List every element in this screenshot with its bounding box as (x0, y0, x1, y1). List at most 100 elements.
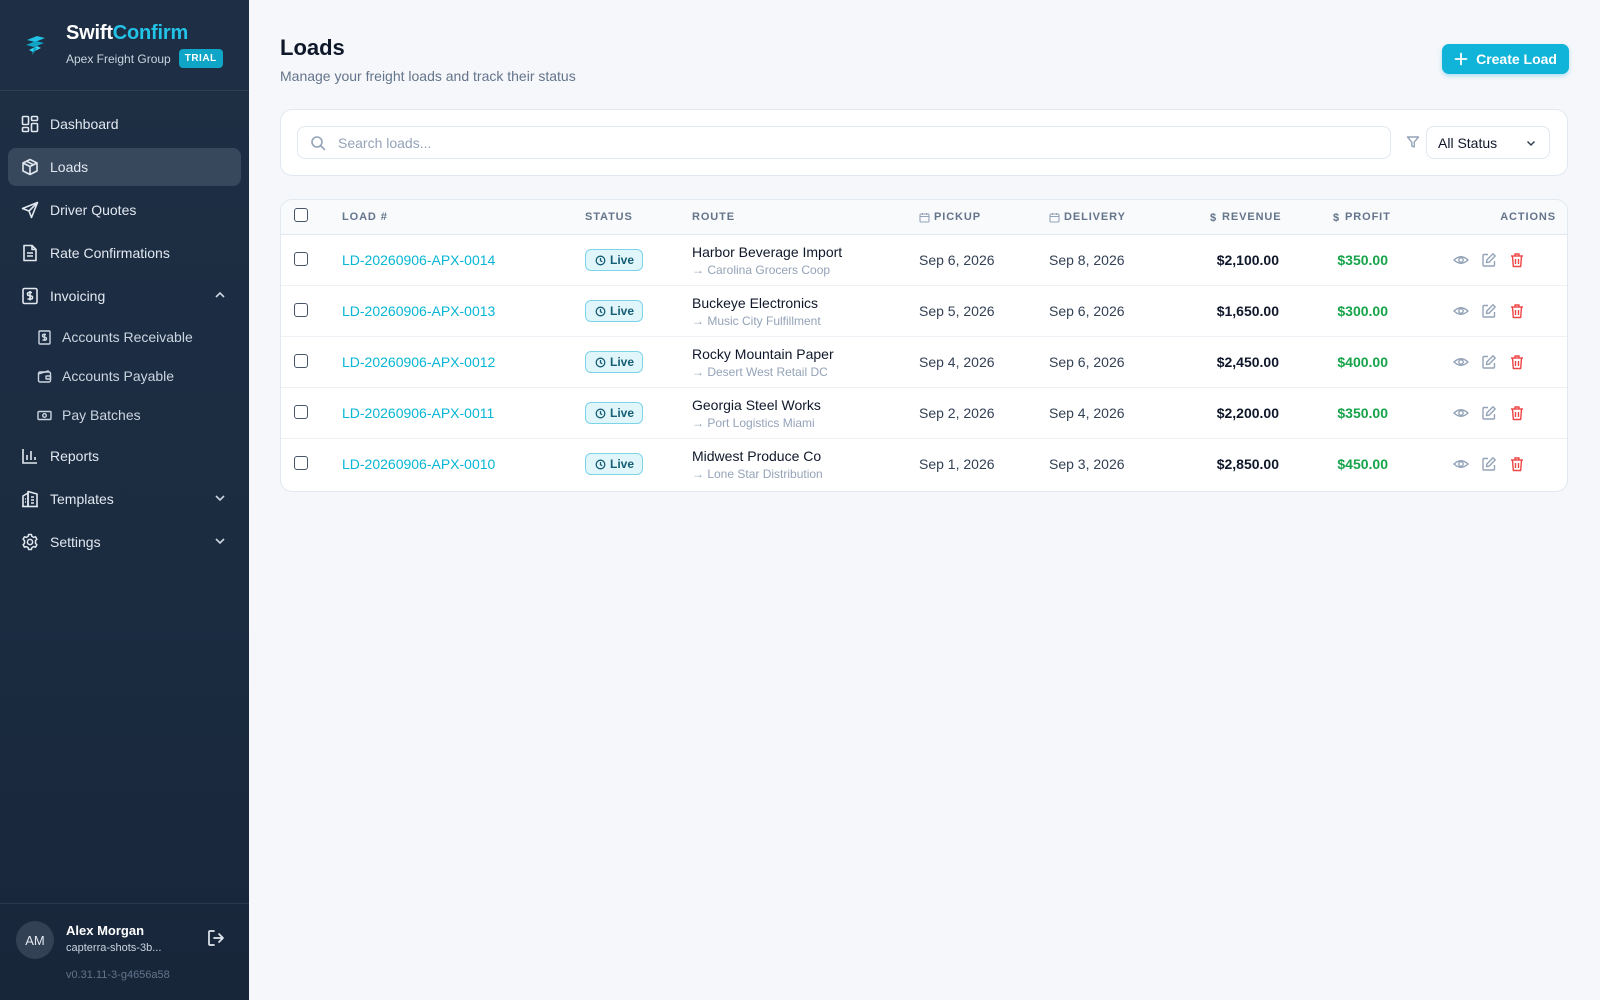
sidebar-subitem-accounts-receivable[interactable]: Accounts Receivable (8, 320, 241, 354)
trial-badge: TRIAL (178, 49, 223, 68)
user-profile: AM Alex Morgan capterra-shots-3b... v0.3… (0, 903, 249, 1000)
revenue-value: $2,850.00 (1216, 456, 1279, 472)
chevron-down-icon[interactable] (213, 534, 227, 548)
view-eye-icon[interactable] (1453, 252, 1469, 268)
page-subtitle: Manage your freight loads and track thei… (280, 68, 576, 84)
status-label: Live (610, 304, 635, 318)
sidebar-item-reports[interactable]: Reports (8, 437, 241, 475)
brand-name: SwiftConfirm (66, 22, 223, 45)
sidebar-item-templates[interactable]: Templates (8, 480, 241, 518)
edit-icon[interactable] (1481, 456, 1497, 472)
clock-icon (595, 408, 606, 418)
column-header-delivery[interactable]: DELIVERY (1049, 211, 1126, 223)
swiftconfirm-logo-icon[interactable] (22, 31, 50, 59)
row-checkbox[interactable] (294, 354, 308, 368)
route-destination: → Port Logistics Miami (692, 416, 815, 430)
route-origin: Buckeye Electronics (692, 295, 819, 311)
load-id-link[interactable]: LD-20260906-APX-0011 (342, 405, 494, 421)
sidebar-item-rate-confirmations[interactable]: Rate Confirmations (8, 234, 241, 272)
edit-icon[interactable] (1481, 252, 1497, 268)
route-cell: Midwest Produce Co → Lone Star Distribut… (692, 448, 823, 481)
delivery-date: Sep 6, 2026 (1049, 303, 1125, 319)
avatar[interactable]: AM (16, 921, 54, 959)
profit-value: $350.00 (1337, 252, 1388, 268)
revenue-value: $1,650.00 (1216, 303, 1279, 319)
column-header-route[interactable]: ROUTE (692, 211, 735, 223)
profit-value: $450.00 (1337, 456, 1388, 472)
sidebar-subitem-pay-batches[interactable]: Pay Batches (8, 398, 241, 432)
sidebar-item-label: Loads (50, 159, 89, 175)
column-header-load[interactable]: LOAD # (342, 211, 388, 223)
brand-header: SwiftConfirm Apex Freight Group TRIAL (0, 0, 249, 91)
row-checkbox[interactable] (294, 252, 308, 266)
chevron-down-icon (1526, 140, 1536, 147)
status-filter-select[interactable]: All Status (1426, 126, 1550, 159)
row-checkbox[interactable] (294, 303, 308, 317)
select-all-checkbox[interactable] (294, 208, 308, 222)
logout-icon[interactable] (206, 928, 226, 948)
load-id-link[interactable]: LD-20260906-APX-0013 (342, 303, 495, 319)
table-row: LD-20260906-APX-0013 Live Buckeye Electr… (281, 286, 1567, 337)
column-header-status[interactable]: STATUS (585, 211, 633, 223)
column-header-revenue[interactable]: $ REVENUE (1210, 211, 1282, 224)
user-name: Alex Morgan (66, 923, 145, 938)
pickup-date: Sep 4, 2026 (919, 354, 995, 370)
sidebar: SwiftConfirm Apex Freight Group TRIAL Da… (0, 0, 249, 1000)
route-origin: Midwest Produce Co (692, 448, 822, 464)
bar-chart-icon (20, 446, 40, 466)
sidebar-item-label: Driver Quotes (50, 202, 137, 218)
search-icon (311, 135, 326, 150)
page-title: Loads (280, 35, 345, 60)
revenue-value: $2,200.00 (1216, 405, 1279, 421)
edit-icon[interactable] (1481, 303, 1497, 319)
package-icon (20, 157, 40, 177)
sidebar-item-loads[interactable]: Loads (8, 148, 241, 186)
receivable-icon (36, 329, 52, 345)
column-header-actions: ACTIONS (1500, 211, 1556, 223)
sidebar-item-driver-quotes[interactable]: Driver Quotes (8, 191, 241, 229)
status-filter-value: All Status (1438, 134, 1498, 151)
column-header-label: DELIVERY (1064, 211, 1126, 223)
sidebar-item-label: Templates (50, 491, 114, 507)
chevron-up-icon[interactable] (213, 288, 227, 302)
edit-icon[interactable] (1481, 354, 1497, 370)
sidebar-item-settings[interactable]: Settings (8, 523, 241, 561)
view-eye-icon[interactable] (1453, 456, 1469, 472)
row-checkbox[interactable] (294, 456, 308, 470)
sidebar-item-label: Reports (50, 448, 100, 464)
delete-trash-icon[interactable] (1509, 252, 1525, 268)
sidebar-item-invoicing[interactable]: Invoicing (8, 277, 241, 315)
brand-name-part2: Confirm (112, 22, 189, 44)
column-header-profit[interactable]: $ PROFIT (1333, 211, 1391, 224)
sidebar-subitem-accounts-payable[interactable]: Accounts Payable (8, 359, 241, 393)
sidebar-item-label: Dashboard (50, 116, 119, 132)
table-row: LD-20260906-APX-0010 Live Midwest Produc… (281, 439, 1567, 490)
view-eye-icon[interactable] (1453, 354, 1469, 370)
load-id-link[interactable]: LD-20260906-APX-0014 (342, 252, 495, 268)
route-origin: Harbor Beverage Import (692, 244, 843, 260)
gear-icon (20, 532, 40, 552)
delete-trash-icon[interactable] (1509, 456, 1525, 472)
delete-trash-icon[interactable] (1509, 354, 1525, 370)
status-badge: Live (585, 351, 644, 373)
chevron-down-icon[interactable] (213, 491, 227, 505)
delete-trash-icon[interactable] (1509, 303, 1525, 319)
row-checkbox[interactable] (294, 405, 308, 419)
delete-trash-icon[interactable] (1509, 405, 1525, 421)
load-id-link[interactable]: LD-20260906-APX-0010 (342, 456, 495, 472)
clock-icon (595, 255, 606, 265)
search-input[interactable] (338, 134, 1338, 151)
column-header-pickup[interactable]: PICKUP (919, 211, 981, 223)
load-id-link[interactable]: LD-20260906-APX-0012 (342, 354, 495, 370)
search-field[interactable] (297, 126, 1391, 159)
view-eye-icon[interactable] (1453, 405, 1469, 421)
create-load-button[interactable]: Create Load (1442, 44, 1569, 74)
sidebar-item-dashboard[interactable]: Dashboard (8, 105, 241, 143)
edit-icon[interactable] (1481, 405, 1497, 421)
view-eye-icon[interactable] (1453, 303, 1469, 319)
table-row: LD-20260906-APX-0012 Live Rocky Mountain… (281, 337, 1567, 388)
brand-name-part1: Swift (66, 22, 113, 44)
calendar-icon (919, 212, 930, 223)
sidebar-item-label: Invoicing (50, 288, 106, 304)
delivery-date: Sep 8, 2026 (1049, 252, 1125, 268)
